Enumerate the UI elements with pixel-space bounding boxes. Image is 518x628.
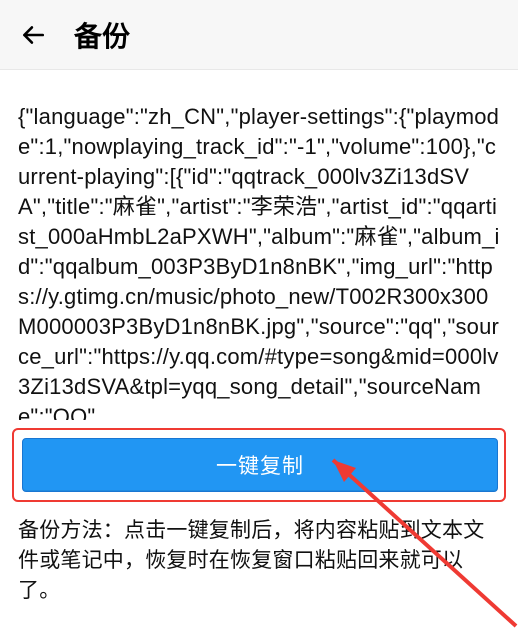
- backup-instructions: 备份方法：点击一键复制后，将内容粘贴到文本文件或笔记中，恢复时在恢复窗口粘贴回来…: [0, 502, 518, 606]
- app-header: 备份: [0, 0, 518, 70]
- copy-button[interactable]: 一键复制: [22, 438, 498, 492]
- main-content: {"language":"zh_CN","player-settings":{"…: [0, 70, 518, 420]
- backup-json-text: {"language":"zh_CN","player-settings":{"…: [18, 102, 500, 420]
- back-arrow-icon[interactable]: [18, 20, 48, 50]
- copy-button-label: 一键复制: [216, 450, 304, 480]
- copy-highlight-box: 一键复制: [12, 428, 506, 502]
- page-title: 备份: [74, 15, 130, 55]
